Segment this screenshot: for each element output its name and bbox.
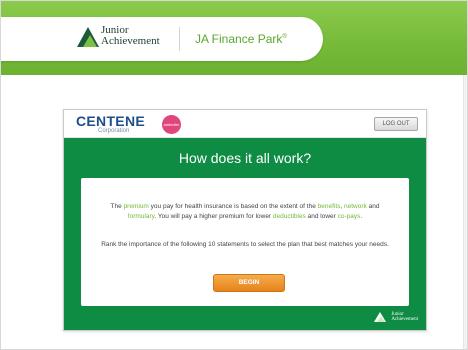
panel-title: How does it all work? [178,150,312,166]
centene-logo-sub: Corporation [98,128,130,134]
footer-ja-mountain-icon [374,312,386,322]
benefits-link[interactable]: benefits [318,203,341,210]
right-edge-strip [463,75,467,349]
app-header: CENTENE Corporation ambetter LOG OUT [64,110,426,138]
footer-logo-text: Junior Achievement [391,312,418,322]
para1-text-2: you pay for health insurance is based on… [148,203,318,210]
app-title: JA Finance Park® [195,32,287,46]
centene-logo: CENTENE Corporation [76,114,145,135]
junior-achievement-logo-text: Junior Achievement [101,25,160,47]
intro-paragraph: The premium you pay for health insurance… [97,202,393,222]
network-link[interactable]: network [344,203,367,210]
ja-logo-line2: Achievement [101,35,160,47]
banner-divider [179,27,180,51]
logout-button[interactable]: LOG OUT [374,117,418,131]
ambetter-badge: ambetter [162,115,181,134]
registered-mark: ® [282,34,287,40]
para1-text-1: The [110,203,124,210]
ja-mountain-icon [77,27,99,47]
top-banner: Junior Achievement JA Finance Park® [1,1,467,75]
copays-link[interactable]: co-pays [338,213,361,220]
premium-link[interactable]: premium [124,203,149,210]
para1-text-6: and lower [305,213,338,220]
formulary-link[interactable]: formulary [128,213,155,220]
green-panel: How does it all work? The premium you pa… [64,138,426,330]
deductibles-link[interactable]: deductibles [273,213,306,220]
page-frame: Junior Achievement JA Finance Park® CENT… [0,0,468,350]
begin-button[interactable]: BEGIN [213,274,285,292]
content-card: The premium you pay for health insurance… [81,178,409,306]
centene-logo-name: CENTENE [76,113,145,129]
instructions-paragraph: Rank the importance of the following 10 … [101,241,389,248]
para1-text-5: . You will pay a higher premium for lowe… [154,213,273,220]
app-title-text: JA Finance Park [195,32,283,46]
app-window: CENTENE Corporation ambetter LOG OUT How… [63,109,427,331]
footer-logo-line2: Achievement [391,317,418,322]
para1-text-4: and [366,203,380,210]
footer-ja-logo: Junior Achievement [374,312,418,322]
para1-text-7: . [360,213,363,220]
